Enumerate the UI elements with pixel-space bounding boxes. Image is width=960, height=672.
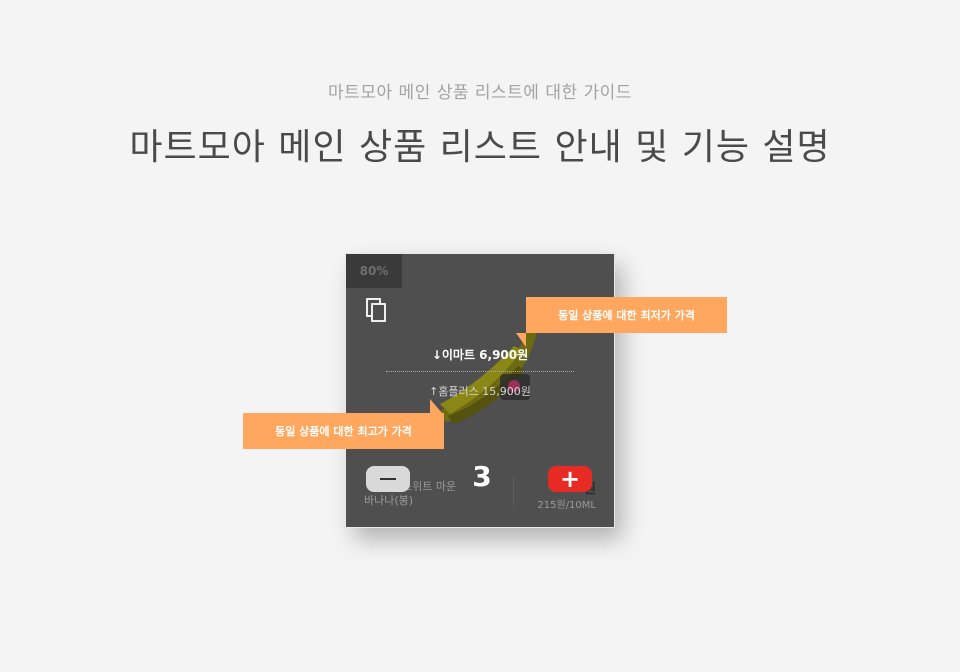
divider [513,476,514,506]
page-subtitle: 마트모아 메인 상품 리스트에 대한 가이드 [328,83,632,103]
quantity-value: 3 [472,460,492,493]
minus-icon [380,478,396,480]
lowest-price-callout: 동일 상품에 대한 최저가 가격 [526,297,727,333]
callout-pointer [430,399,442,413]
product-name-line2: 바나나(봉) [364,494,414,507]
highest-price: ↑홈플러스 15,900원 [429,385,531,398]
unit-price: 215원/10ML [537,500,596,511]
price-divider [386,371,574,372]
product-card[interactable]: 80% ↓이마트 6,900원 ↑홈플러스 15,900원 스위트 마운 바나나… [345,253,615,528]
callout-pointer [516,333,526,347]
plus-icon: + [559,465,581,493]
copy-icon[interactable] [366,298,390,324]
increase-quantity-button[interactable]: + [548,466,592,492]
lowest-price: ↓이마트 6,900원 [431,348,529,362]
page-title: 마트모아 메인 상품 리스트 안내 및 기능 설명 [129,127,831,168]
highest-price-callout: 동일 상품에 대한 최고가 가격 [243,413,444,449]
discount-badge: 80% [346,254,402,288]
decrease-quantity-button[interactable] [366,466,410,492]
